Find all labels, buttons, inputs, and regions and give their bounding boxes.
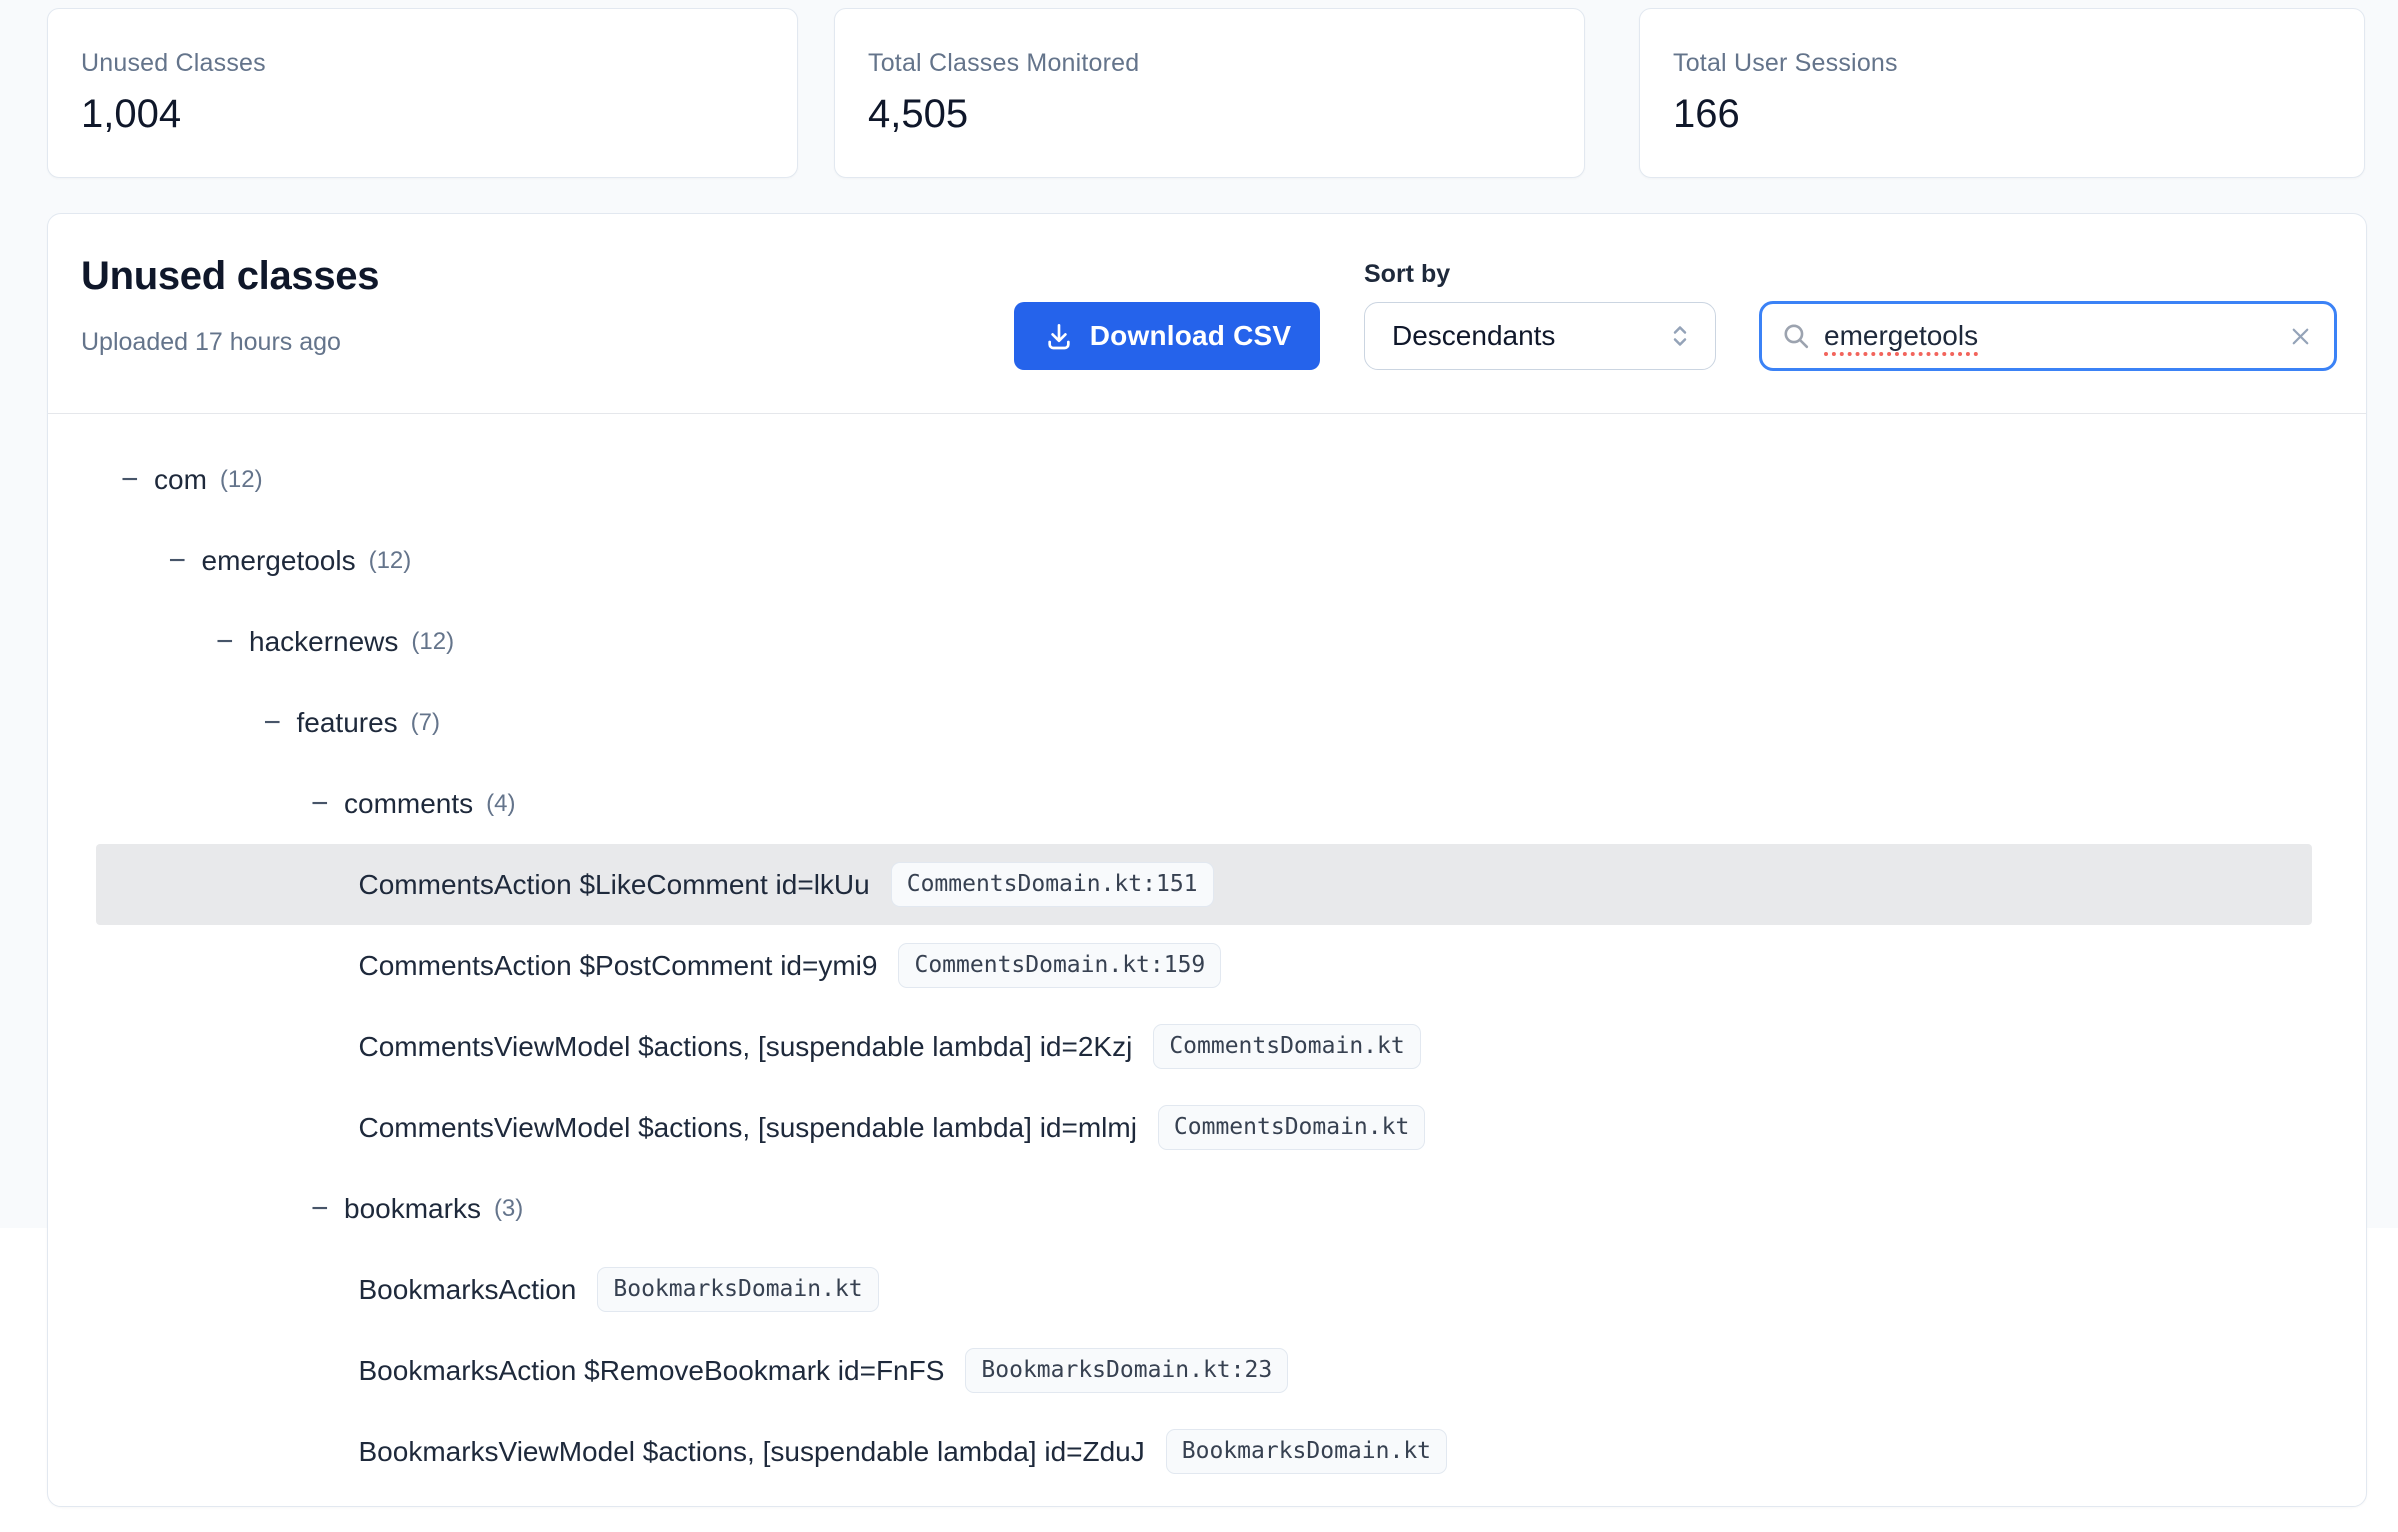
stat-card-unused-classes: Unused Classes 1,004 [47,8,798,178]
tree-node-label: features [297,707,398,739]
tree-node-row[interactable]: −emergetools (12) [96,520,2312,601]
file-location-badge: CommentsDomain.kt:151 [891,862,1214,907]
chevron-up-down-icon [1665,321,1695,351]
tree-leaf-row[interactable]: CommentsViewModel $actions, [suspendable… [96,1006,2312,1087]
tree-leaf-label: BookmarksAction [359,1274,577,1306]
sort-by-label: Sort by [1364,260,1450,289]
stat-value: 4,505 [868,92,1551,137]
collapse-minus-icon[interactable]: − [311,1194,333,1224]
tree-leaf-row[interactable]: BookmarksAction $RemoveBookmark id=FnFS B… [96,1330,2312,1411]
file-location-badge: CommentsDomain.kt:159 [898,943,1221,988]
tree-node-row[interactable]: −hackernews (12) [96,601,2312,682]
collapse-minus-icon[interactable]: − [311,789,333,819]
tree-node-label: emergetools [202,545,356,577]
tree-node-row[interactable]: −com (12) [96,439,2312,520]
search-icon [1781,321,1812,352]
tree-node-label: bookmarks [344,1193,481,1225]
tree-leaf-label: CommentsViewModel $actions, [suspendable… [359,1031,1133,1063]
stat-label: Total User Sessions [1673,49,2331,78]
tree-leaf-row[interactable]: CommentsAction $LikeComment id=lkUu Comme… [96,844,2312,925]
stat-card-total-classes-monitored: Total Classes Monitored 4,505 [834,8,1585,178]
tree-node-label: comments [344,788,473,820]
tree-node-count: (12) [369,547,412,575]
collapse-minus-icon[interactable]: − [121,465,143,495]
tree-leaf-label: CommentsAction $LikeComment id=lkUu [359,869,870,901]
tree-leaf-label: BookmarksAction $RemoveBookmark id=FnFS [359,1355,945,1387]
tree-node-count: (12) [411,628,454,656]
stat-card-total-user-sessions: Total User Sessions 166 [1639,8,2365,178]
tree-node-row[interactable]: −comments (4) [96,763,2312,844]
download-csv-button[interactable]: Download CSV [1014,302,1320,370]
uploaded-timestamp: Uploaded 17 hours ago [81,328,341,357]
unused-classes-tree: −com(12)−emergetools(12)−hackernews(12)−… [48,439,2366,1492]
file-location-badge: BookmarksDomain.kt [1166,1429,1447,1474]
sort-by-selected-value: Descendants [1392,320,1665,352]
clear-search-icon[interactable] [2287,323,2314,350]
page-title: Unused classes [81,254,379,299]
collapse-minus-icon[interactable]: − [264,708,286,738]
search-input-value: emergetools [1824,320,2287,352]
tree-leaf-label: BookmarksViewModel $actions, [suspendabl… [359,1436,1145,1468]
download-icon [1043,320,1075,352]
stat-label: Total Classes Monitored [868,49,1551,78]
tree-node-count: (7) [411,709,440,737]
tree-leaf-label: CommentsAction $PostComment id=ymi9 [359,950,878,982]
stat-value: 1,004 [81,92,764,137]
file-location-badge: BookmarksDomain.kt [597,1267,878,1312]
tree-node-count: (3) [494,1195,523,1223]
tree-node-count: (12) [220,466,263,494]
stat-label: Unused Classes [81,49,764,78]
panel-header: Unused classes Uploaded 17 hours ago Dow… [48,214,2366,414]
unused-classes-panel: Unused classes Uploaded 17 hours ago Dow… [47,213,2367,1507]
tree-leaf-row[interactable]: BookmarksAction BookmarksDomain.kt [96,1249,2312,1330]
download-csv-label: Download CSV [1090,320,1292,352]
tree-node-label: com [154,464,207,496]
stat-value: 166 [1673,92,2331,137]
tree-leaf-row[interactable]: CommentsViewModel $actions, [suspendable… [96,1087,2312,1168]
tree-node-label: hackernews [249,626,398,658]
search-input[interactable]: emergetools [1759,301,2337,371]
file-location-badge: CommentsDomain.kt [1153,1024,1420,1069]
tree-node-row[interactable]: −features (7) [96,682,2312,763]
tree-leaf-row[interactable]: BookmarksViewModel $actions, [suspendabl… [96,1411,2312,1492]
collapse-minus-icon[interactable]: − [216,627,238,657]
tree-node-count: (4) [486,790,515,818]
file-location-badge: BookmarksDomain.kt:23 [965,1348,1288,1393]
collapse-minus-icon[interactable]: − [169,546,191,576]
sort-by-select[interactable]: Descendants [1364,302,1716,370]
tree-leaf-label: CommentsViewModel $actions, [suspendable… [359,1112,1137,1144]
file-location-badge: CommentsDomain.kt [1158,1105,1425,1150]
tree-leaf-row[interactable]: CommentsAction $PostComment id=ymi9 Comme… [96,925,2312,1006]
tree-node-row[interactable]: −bookmarks (3) [96,1168,2312,1249]
